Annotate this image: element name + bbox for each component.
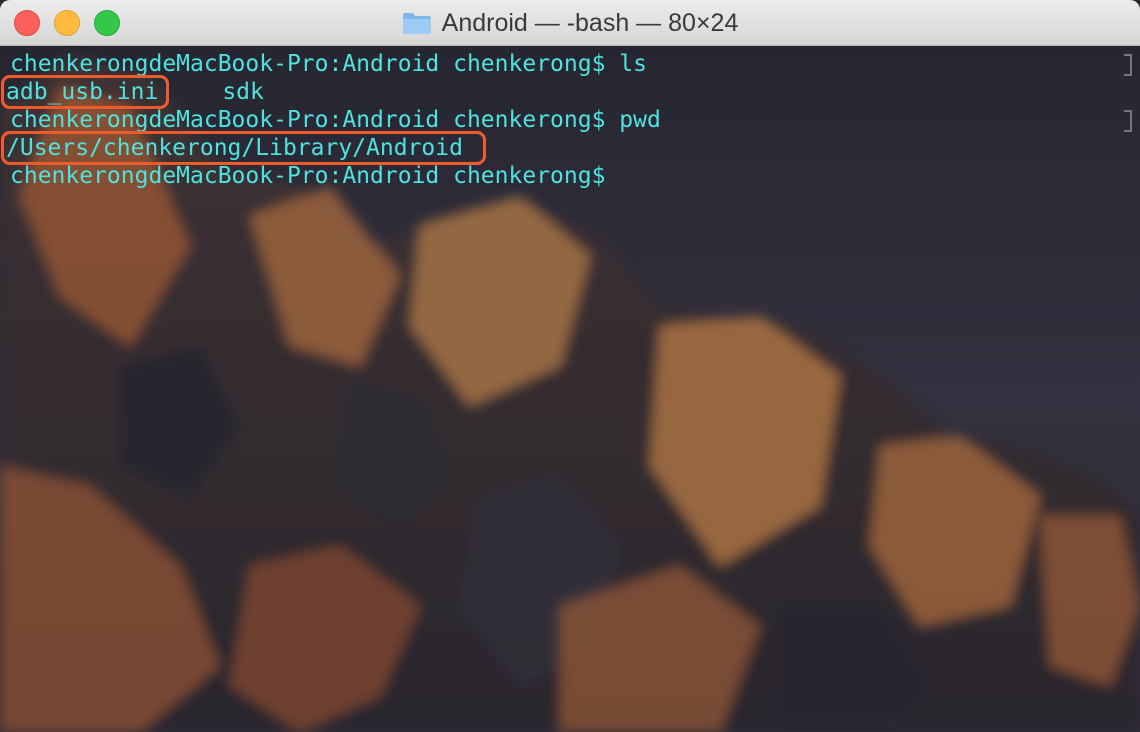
terminal-line: adb_usb.ini sdk bbox=[0, 75, 1140, 109]
shell-command: pwd bbox=[619, 107, 661, 133]
terminal-line: chenkerongdeMacBook-Pro:Android chenkero… bbox=[10, 106, 1140, 134]
line-marker-icon bbox=[1124, 110, 1132, 132]
shell-prompt: chenkerongdeMacBook-Pro:Android chenkero… bbox=[10, 51, 606, 77]
window-title: Android — -bash — 80×24 bbox=[441, 8, 739, 37]
highlighted-output-path: /Users/chenkerong/Library/Android bbox=[1, 131, 486, 165]
terminal-line: chenkerongdeMacBook-Pro:Android chenkero… bbox=[10, 50, 1140, 78]
terminal-line: chenkerongdeMacBook-Pro:Android chenkero… bbox=[10, 162, 1140, 190]
terminal-content[interactable]: chenkerongdeMacBook-Pro:Android chenkero… bbox=[0, 46, 1140, 732]
window-title-area: Android — -bash — 80×24 bbox=[0, 0, 1140, 46]
output-item: sdk bbox=[222, 79, 264, 105]
terminal-output[interactable]: chenkerongdeMacBook-Pro:Android chenkero… bbox=[0, 46, 1140, 732]
line-marker-icon bbox=[1124, 54, 1132, 76]
highlighted-output-adb-usb-ini: adb_usb.ini bbox=[0, 75, 170, 109]
shell-command: ls bbox=[619, 51, 647, 77]
terminal-line: /Users/chenkerong/Library/Android bbox=[1, 131, 1140, 165]
shell-prompt: chenkerongdeMacBook-Pro:Android chenkero… bbox=[10, 107, 606, 133]
folder-icon bbox=[402, 11, 432, 35]
title-bar[interactable]: Android — -bash — 80×24 bbox=[0, 0, 1140, 46]
terminal-window: Android — -bash — 80×24 chenkerongdeMacB… bbox=[0, 0, 1140, 732]
shell-prompt: chenkerongdeMacBook-Pro:Android chenkero… bbox=[10, 163, 606, 189]
